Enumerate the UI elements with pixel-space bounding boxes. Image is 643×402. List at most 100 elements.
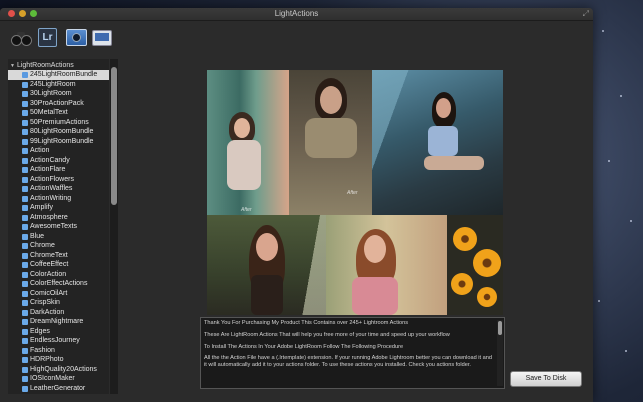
tree-item[interactable]: HDRPhoto xyxy=(8,355,109,365)
action-file-icon xyxy=(22,233,28,240)
tree-item[interactable]: Atmosphere xyxy=(8,213,109,223)
tree-item[interactable]: Edges xyxy=(8,327,109,337)
after-label: After xyxy=(347,190,358,196)
binoculars-icon[interactable] xyxy=(11,30,32,46)
tree-item[interactable]: 50MetalText xyxy=(8,108,109,118)
tree-item[interactable]: ColorEffectActions xyxy=(8,279,109,289)
tree-item-label: Blue xyxy=(30,232,45,240)
tree-item[interactable]: 50PremiumActions xyxy=(8,118,109,128)
tree-item-label: ActionWaffles xyxy=(30,185,73,193)
action-file-icon xyxy=(22,300,28,307)
tree-item-label: Action xyxy=(30,147,50,155)
description-paragraph: To Install The Actions In Your Adobe Lig… xyxy=(204,343,404,350)
tree-item[interactable]: ColorAction xyxy=(8,270,109,280)
tree-item-label: Chrome xyxy=(30,242,55,250)
description-textbox[interactable]: Thank You For Purchasing My Product This… xyxy=(200,317,505,389)
action-file-icon xyxy=(22,290,28,297)
tree-item-label: HighQuality20Actions xyxy=(30,365,97,373)
preview-photo-6 xyxy=(447,215,503,315)
action-file-icon xyxy=(22,262,28,269)
tree-item-label: ActionFlowers xyxy=(30,175,74,183)
tree-item-label: 99LightRoomBundle xyxy=(30,137,94,145)
action-file-icon xyxy=(22,72,28,79)
tree-item[interactable]: AwesomeTexts xyxy=(8,222,109,232)
tree-item-label: ComicOilArt xyxy=(30,289,68,297)
tree-item[interactable]: 245LightRoomBundle xyxy=(8,70,109,80)
action-file-icon xyxy=(22,224,28,231)
tree-root[interactable]: ▼ LightRoomActions xyxy=(8,61,109,70)
preview-collage: After After xyxy=(207,70,503,315)
tree-item[interactable]: 245LightRoom xyxy=(8,80,109,90)
action-file-icon xyxy=(22,138,28,145)
action-file-icon xyxy=(22,214,28,221)
description-paragraph: These Are LightRoom Actions That will he… xyxy=(204,331,450,338)
tree-item-label: ColorEffectActions xyxy=(30,280,88,288)
tree-item-label: 80LightRoomBundle xyxy=(30,128,94,136)
action-file-icon xyxy=(22,176,28,183)
tree-item[interactable]: 30ProActionPack xyxy=(8,99,109,109)
tree-item-label: Atmosphere xyxy=(30,213,68,221)
tree-item[interactable]: ActionFlare xyxy=(8,165,109,175)
tree-item[interactable]: ChromeText xyxy=(8,251,109,261)
tree-item[interactable]: Amplify xyxy=(8,203,109,213)
scrollbar-thumb[interactable] xyxy=(498,321,502,335)
tree-item[interactable]: HighQuality20Actions xyxy=(8,365,109,375)
tree-item-label: DreamNightmare xyxy=(30,318,84,326)
tree-item[interactable]: DreamNightmare xyxy=(8,317,109,327)
tree-item-label: Edges xyxy=(30,327,50,335)
action-file-icon xyxy=(22,338,28,345)
actions-tree[interactable]: ▼ LightRoomActions 245LightRoomBundle 245L… xyxy=(8,59,109,394)
tree-item-label: ActionFlare xyxy=(30,166,66,174)
screen-icon[interactable] xyxy=(92,30,112,46)
tree-item[interactable]: Blue xyxy=(8,232,109,242)
save-to-disk-button[interactable]: Save To Disk xyxy=(510,371,582,387)
action-file-icon xyxy=(22,281,28,288)
tree-item[interactable]: ActionWriting xyxy=(8,194,109,204)
tree-item[interactable]: CrispSkin xyxy=(8,298,109,308)
tree-item-label: 30ProActionPack xyxy=(30,99,84,107)
action-file-icon xyxy=(22,252,28,259)
tree-item-label: IOSIconMaker xyxy=(30,375,75,383)
action-file-icon xyxy=(22,357,28,364)
fullscreen-icon[interactable]: ⤢ xyxy=(583,9,589,19)
tree-item[interactable]: Chrome xyxy=(8,241,109,251)
tree-item-label: HDRPhoto xyxy=(30,356,64,364)
action-file-icon xyxy=(22,195,28,202)
action-file-icon xyxy=(22,319,28,326)
action-file-icon xyxy=(22,385,28,392)
tree-item[interactable]: ActionCandy xyxy=(8,156,109,166)
action-file-icon xyxy=(22,186,28,193)
tree-item[interactable]: ActionFlowers xyxy=(8,175,109,185)
tree-item[interactable]: DarkAction xyxy=(8,308,109,318)
tree-root-label: LightRoomActions xyxy=(16,62,74,69)
tree-item[interactable]: EndlessJourney xyxy=(8,336,109,346)
tree-item-label: 245LightRoom xyxy=(30,80,76,88)
tree-item[interactable]: 80LightRoomBundle xyxy=(8,127,109,137)
description-text: Thank You For Purchasing My Product This… xyxy=(204,320,492,374)
action-file-icon xyxy=(22,129,28,136)
scrollbar-thumb[interactable] xyxy=(111,67,117,205)
tree-item[interactable]: ActionWaffles xyxy=(8,184,109,194)
camera-icon[interactable] xyxy=(66,29,87,46)
tree-item[interactable]: Fashion xyxy=(8,346,109,356)
tree-item[interactable]: 99LightRoomBundle xyxy=(8,137,109,147)
tree-item[interactable]: ComicOilArt xyxy=(8,289,109,299)
tree-item-label: Amplify xyxy=(30,204,53,212)
tree-item-label: CoffeeEffect xyxy=(30,261,69,269)
preview-photo-3 xyxy=(372,70,503,215)
description-scrollbar[interactable] xyxy=(497,320,503,386)
tree-item[interactable]: 30LightRoom xyxy=(8,89,109,99)
tree-item[interactable]: Action xyxy=(8,146,109,156)
disclosure-triangle-icon[interactable]: ▼ xyxy=(10,63,15,69)
description-paragraph: Thank You For Purchasing My Product This… xyxy=(204,320,409,326)
action-file-icon xyxy=(22,376,28,383)
preview-photo-5 xyxy=(326,215,447,315)
tree-item-label: EndlessJourney xyxy=(30,337,80,345)
tree-item[interactable]: CoffeeEffect xyxy=(8,260,109,270)
tree-item[interactable]: IOSIconMaker xyxy=(8,374,109,384)
action-file-icon xyxy=(22,148,28,155)
lightroom-icon[interactable]: Lr xyxy=(38,28,57,47)
sidebar-scrollbar[interactable] xyxy=(110,59,118,394)
action-file-icon xyxy=(22,347,28,354)
tree-item[interactable]: LeatherGenerator xyxy=(8,384,109,394)
